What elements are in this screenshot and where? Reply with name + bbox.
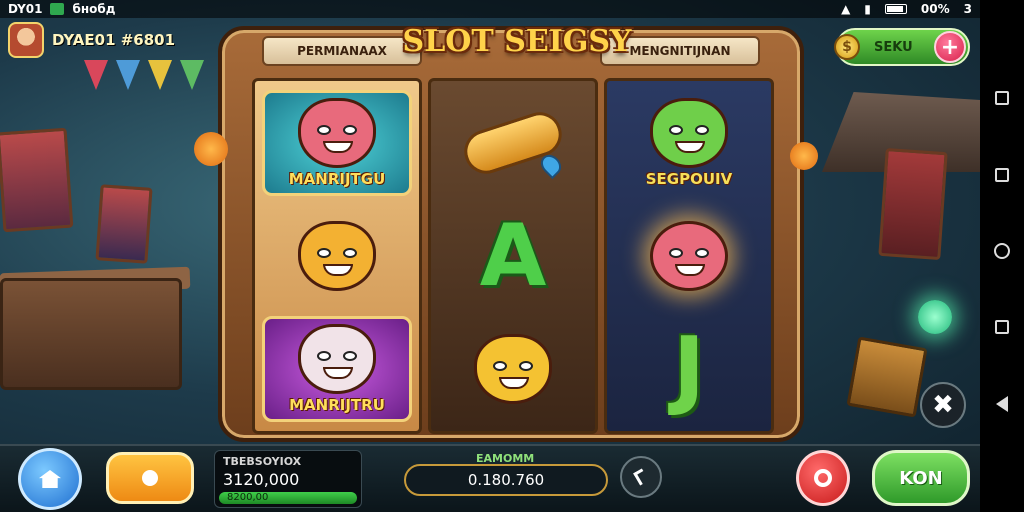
symbol-yellow-cat: [438, 316, 588, 422]
add-currency-button[interactable]: +: [934, 31, 966, 63]
reel-1: MANRIJTGU MANRIJTRU: [252, 78, 422, 434]
win-value: 0.180.760: [404, 464, 608, 496]
letter-j-icon: J: [673, 318, 705, 419]
nav-home-button[interactable]: [993, 242, 1011, 260]
back-triangle-icon: [996, 395, 1008, 412]
home-icon: [39, 470, 61, 488]
status-app-name: бнобд: [72, 2, 116, 16]
symbol-orange-cat: [262, 203, 412, 309]
bunting-flags: [84, 60, 204, 90]
currency-pill[interactable]: $ SEKU +: [834, 28, 970, 66]
nav-tab-button[interactable]: [993, 318, 1011, 336]
avatar[interactable]: [8, 22, 44, 58]
spin-button[interactable]: KON: [872, 450, 970, 506]
status-right: ▲ ▮ 00% 3: [841, 2, 972, 16]
balance-panel: TBEBSOYIOX 3120,000 8200,00: [214, 450, 362, 508]
symbol-green-cat: SEGPOUIV: [614, 82, 764, 196]
symbol-label: SEGPOUIV: [645, 170, 733, 189]
pink-cat-glow-icon: [650, 205, 728, 291]
coin-icon: $: [834, 34, 860, 60]
pink-cat-icon: [298, 82, 376, 169]
reel-3: SEGPOUIV J: [604, 78, 774, 434]
orange-orb-icon: [790, 142, 818, 170]
square-icon: [995, 91, 1009, 106]
player-name: DYAE01 #6801: [52, 31, 176, 49]
nav-overview-button[interactable]: [993, 166, 1011, 184]
tab-icon: [995, 320, 1009, 335]
symbol-label: MANRIJTGU: [288, 170, 386, 189]
slot-machine: PERMIANAAX MENGNITIJNAN SLOT SEIGSY MANR…: [218, 24, 804, 442]
balance-label: TBEBSOYIOX: [223, 455, 302, 468]
machine-title: SLOT SEIGSY: [402, 24, 632, 59]
player-box[interactable]: DYAE01 #6801: [8, 22, 175, 58]
nav-back-button[interactable]: [993, 395, 1011, 413]
orange-orb-icon: [194, 132, 228, 166]
symbol-pink-cat-glow: [614, 203, 764, 309]
target-button[interactable]: [796, 450, 850, 506]
status-right-number: 3: [963, 2, 972, 16]
reels: MANRIJTGU MANRIJTRU A SEGPOUIV J: [252, 78, 774, 434]
flag: [116, 60, 140, 90]
android-nav-bar: [980, 0, 1024, 512]
circle-icon: [994, 242, 1010, 259]
coin-dot-icon: [142, 470, 158, 486]
app-icon: [50, 3, 65, 15]
wall-poster: [878, 147, 948, 261]
letter-a-icon: A: [479, 205, 547, 306]
white-cat-icon: [298, 307, 376, 394]
battery-icon: [884, 4, 907, 14]
symbol-gold-scroll: [438, 90, 588, 196]
symbol-white-cat: MANRIJTRU: [262, 307, 412, 422]
signal-icon: ▮: [864, 2, 871, 16]
yellow-cat-icon: [474, 317, 552, 404]
symbol-pink-cat: MANRIJTGU: [262, 82, 412, 197]
green-cat-icon: [650, 82, 728, 169]
symbol-letter-a: A: [438, 203, 588, 309]
balance-bar: 8200,00: [219, 492, 357, 504]
reel-2: A: [428, 78, 598, 434]
square-icon: [995, 167, 1009, 182]
flag: [148, 60, 172, 90]
wifi-icon: ▲: [841, 2, 851, 16]
home-button[interactable]: [18, 448, 82, 510]
balance-value: 3120,000: [223, 470, 300, 489]
bet-button[interactable]: [106, 452, 194, 504]
green-orb-icon: [918, 300, 952, 334]
symbol-label: MANRIJTRU: [289, 395, 385, 414]
win-panel: EAMOMM 0.180.760: [404, 452, 608, 498]
currency-label: SEKU: [874, 39, 913, 55]
auto-play-button[interactable]: [620, 456, 662, 498]
battery-text: 00%: [920, 2, 950, 16]
wall-poster: [95, 184, 153, 264]
nav-recent-button[interactable]: [993, 89, 1011, 107]
treasure-crate: [0, 278, 182, 390]
flag: [84, 60, 108, 90]
status-left-text: DY01: [8, 2, 43, 16]
status-bar: DY01 бнобд ▲ ▮ 00% 3: [0, 0, 980, 18]
flag: [180, 60, 204, 90]
close-button[interactable]: ✖: [920, 382, 966, 428]
orange-cat-icon: [298, 205, 376, 291]
target-icon: [814, 469, 832, 487]
symbol-letter-j: J: [614, 316, 764, 422]
wooden-box: [846, 336, 928, 418]
wall-poster: [0, 127, 74, 233]
arrow-icon: [633, 468, 649, 486]
